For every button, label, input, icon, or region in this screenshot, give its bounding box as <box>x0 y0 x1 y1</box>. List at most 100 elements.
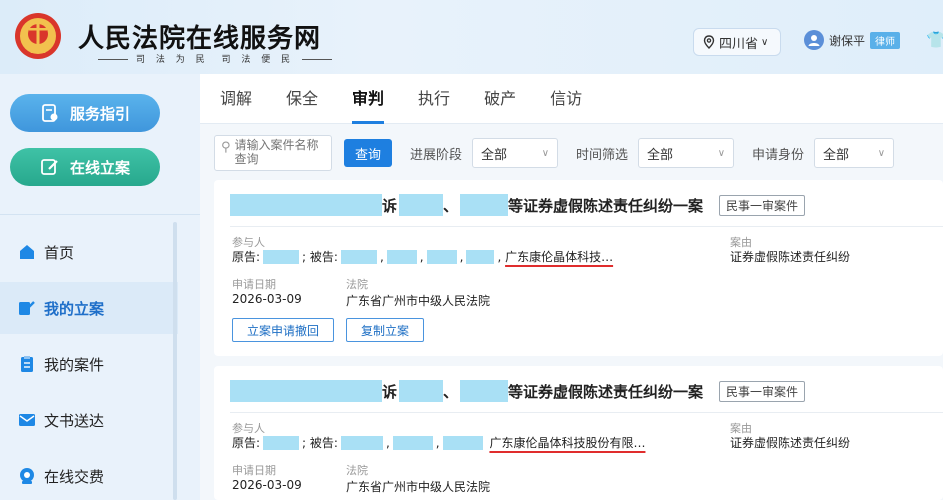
slogan-right: 司 法 便 民 <box>221 55 295 65</box>
card-divider <box>230 226 943 227</box>
redacted-block <box>466 249 495 264</box>
mail-icon <box>19 414 35 426</box>
redacted-block <box>340 435 383 450</box>
sidebar-item-my-filings[interactable]: 我的立案 <box>0 282 178 334</box>
date-label: 申请日期 <box>232 464 276 477</box>
redacted-block <box>392 435 433 450</box>
court-label: 法院 <box>346 464 368 477</box>
online-filing-button[interactable]: 在线立案 <box>10 148 160 186</box>
tab-trial[interactable]: 审判 <box>352 74 385 124</box>
redacted-block <box>230 380 382 402</box>
withdraw-filing-button[interactable]: 立案申请撤回 <box>232 318 334 342</box>
service-guide-label: 服务指引 <box>69 104 130 123</box>
top-header: 人民法院在线服务网 司 法 为 民 司 法 便 民 四川省 ∨ 谢保平 律师 👕 <box>0 0 943 74</box>
redacted-block <box>399 194 444 216</box>
sidebar-item-label: 我的案件 <box>44 355 105 374</box>
case-type-badge: 民事一审案件 <box>719 194 806 216</box>
date-value: 2026-03-09 <box>232 478 302 492</box>
home-icon <box>20 245 34 259</box>
redacted-block <box>399 380 444 402</box>
cause-value: 证券虚假陈述责任纠纷 <box>730 250 851 264</box>
clipboard-icon <box>21 356 33 372</box>
court-label: 法院 <box>346 278 368 291</box>
tab-enforcement[interactable]: 执行 <box>418 74 450 124</box>
service-guide-button[interactable]: 服务指引 <box>10 94 160 132</box>
role-filter-value: 全部 <box>823 147 850 163</box>
court-value: 广东省广州市中级人民法院 <box>346 294 491 308</box>
redacted-block <box>340 249 377 264</box>
tab-mediation[interactable]: 调解 <box>220 74 252 124</box>
redacted-block <box>263 435 300 450</box>
redacted-block <box>230 194 382 216</box>
edit-document-icon <box>41 159 58 175</box>
redacted-block <box>442 435 483 450</box>
shirt-icon[interactable]: 👕 <box>926 30 943 49</box>
participants-value: 原告: ; 被告: , , 广东康伦晶体科技股份有限… <box>232 435 646 450</box>
defendant-company-name: 广东康伦晶体科技… <box>505 250 614 264</box>
tab-bankruptcy[interactable]: 破产 <box>484 74 516 124</box>
online-filing-label: 在线立案 <box>69 158 130 177</box>
redacted-block <box>426 249 457 264</box>
site-title: 人民法院在线服务网 <box>78 24 322 54</box>
user-role-badge: 律师 <box>870 31 901 49</box>
query-button[interactable]: 查询 <box>344 139 392 167</box>
chevron-down-icon: ∨ <box>541 147 550 159</box>
participants-value: 原告: ; 被告: , , , , 广东康伦晶体科技… <box>232 249 614 264</box>
sidebar-divider <box>0 214 200 215</box>
chevron-down-icon: ∨ <box>877 147 886 159</box>
role-filter-select[interactable]: 全部 ∨ <box>814 138 895 168</box>
sidebar-item-document-delivery[interactable]: 文书送达 <box>0 394 178 446</box>
location-pin-icon <box>703 35 715 49</box>
card-divider <box>230 412 943 413</box>
cause-value: 证券虚假陈述责任纠纷 <box>730 436 851 450</box>
role-filter-label: 申请身份 <box>752 147 805 163</box>
filter-bar: ⚲ 查询 进展阶段 全部 ∨ 时间筛选 全部 ∨ 申请身份 全部 ∨ <box>214 130 943 176</box>
court-value: 广东省广州市中级人民法院 <box>346 480 491 494</box>
main-content: 调解 保全 审判 执行 破产 信访 ⚲ 查询 进展阶段 全部 ∨ 时间筛选 全部… <box>200 74 943 500</box>
site-slogan: 司 法 为 民 司 法 便 民 <box>90 52 340 65</box>
sidebar-item-label: 在线交费 <box>44 467 105 486</box>
region-label: 四川省 <box>719 36 759 52</box>
case-card[interactable]: 诉 、 等证券虚假陈述责任纠纷一案 民事一审案件 参与人 原告: ; 被告: ,… <box>214 366 943 500</box>
defendant-company-name: 广东康伦晶体科技股份有限… <box>489 436 646 450</box>
region-selector[interactable]: 四川省 ∨ <box>693 28 781 56</box>
sidebar-item-home[interactable]: 首页 <box>0 226 178 278</box>
date-value: 2026-03-09 <box>232 292 302 306</box>
sidebar: 服务指引 在线立案 首页 我的立案 我的案件 文书送达 在线交费 <box>0 74 200 500</box>
court-emblem-icon <box>15 13 61 59</box>
date-label: 申请日期 <box>232 278 276 291</box>
redacted-block <box>460 194 509 216</box>
sidebar-item-label: 首页 <box>44 243 75 262</box>
search-box: ⚲ <box>214 135 332 171</box>
case-title: 诉 、 等证券虚假陈述责任纠纷一案 民事一审案件 <box>230 192 806 218</box>
user-menu[interactable]: 谢保平 律师 <box>804 30 901 50</box>
time-filter-select[interactable]: 全部 ∨ <box>638 138 735 168</box>
case-name-search-input[interactable] <box>234 138 325 168</box>
tab-petition[interactable]: 信访 <box>550 74 582 124</box>
redacted-block <box>460 380 509 402</box>
slogan-left: 司 法 为 民 <box>136 55 209 65</box>
stage-filter-value: 全部 <box>481 147 508 163</box>
search-icon: ⚲ <box>221 139 231 155</box>
time-filter-value: 全部 <box>647 147 674 163</box>
sidebar-item-online-payment[interactable]: 在线交费 <box>0 450 178 500</box>
stage-filter-label: 进展阶段 <box>410 147 463 163</box>
sidebar-scrollbar[interactable] <box>173 222 177 500</box>
tab-preservation[interactable]: 保全 <box>286 74 318 124</box>
copy-filing-button[interactable]: 复制立案 <box>346 318 424 342</box>
stage-filter-select[interactable]: 全部 ∨ <box>472 138 559 168</box>
time-filter-label: 时间筛选 <box>576 147 629 163</box>
edit-icon <box>19 301 35 315</box>
case-card[interactable]: 诉 、 等证券虚假陈述责任纠纷一案 民事一审案件 参与人 原告: ; 被告: ,… <box>214 180 943 356</box>
avatar <box>804 30 824 50</box>
sidebar-item-label: 文书送达 <box>44 411 105 430</box>
category-tabs: 调解 保全 审判 执行 破产 信访 <box>200 74 943 124</box>
guide-document-icon <box>42 104 58 122</box>
user-icon <box>808 35 820 46</box>
payment-icon <box>20 468 34 484</box>
chevron-down-icon: ∨ <box>761 36 769 48</box>
user-name: 谢保平 <box>829 33 866 48</box>
redacted-block <box>386 249 417 264</box>
sidebar-item-my-cases[interactable]: 我的案件 <box>0 338 178 390</box>
case-title: 诉 、 等证券虚假陈述责任纠纷一案 民事一审案件 <box>230 378 806 404</box>
